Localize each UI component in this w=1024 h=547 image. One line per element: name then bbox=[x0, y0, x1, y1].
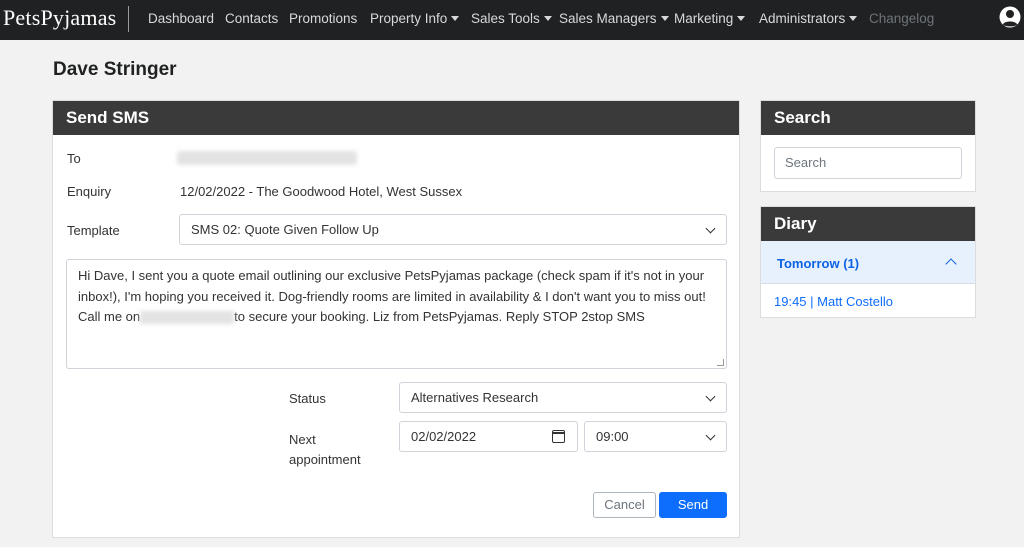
caret-down-icon bbox=[451, 15, 460, 21]
chevron-up-icon bbox=[945, 258, 957, 270]
nav-sales-managers-label: Sales Managers bbox=[559, 11, 657, 26]
send-sms-card: Send SMS To Enquiry 12/02/2022 - The Goo… bbox=[52, 100, 740, 538]
nav-property-info-label: Property Info bbox=[370, 11, 448, 26]
nav-contacts-label: Contacts bbox=[225, 11, 279, 26]
nav-promotions[interactable]: Promotions bbox=[289, 11, 357, 26]
next-appointment-label-line1: Next bbox=[289, 432, 316, 447]
caret-down-icon bbox=[849, 15, 858, 21]
phone-redacted bbox=[140, 311, 235, 325]
nav-property-info[interactable]: Property Info bbox=[370, 11, 460, 26]
resize-handle[interactable] bbox=[717, 359, 724, 366]
diary-header: Diary bbox=[761, 207, 975, 241]
brand-logo[interactable]: PetsPyjamas bbox=[3, 5, 116, 31]
nav-dashboard-label: Dashboard bbox=[148, 11, 215, 26]
date-input-value: 02/02/2022 bbox=[411, 429, 477, 444]
time-select-value: 09:00 bbox=[596, 429, 629, 444]
status-select[interactable]: Alternatives Research bbox=[399, 382, 727, 413]
message-textarea[interactable]: Hi Dave, I sent you a quote email outlin… bbox=[66, 259, 727, 369]
chevron-down-icon bbox=[705, 391, 716, 402]
user-circle-icon[interactable] bbox=[999, 5, 1021, 29]
status-select-value: Alternatives Research bbox=[411, 390, 539, 405]
next-appointment-label-line2: appointment bbox=[289, 452, 361, 467]
search-card: Search Search bbox=[760, 100, 976, 192]
nav-changelog[interactable]: Changelog bbox=[869, 11, 934, 26]
template-select[interactable]: SMS 02: Quote Given Follow Up bbox=[179, 214, 727, 245]
chevron-down-icon bbox=[705, 223, 716, 234]
nav-sales-tools-label: Sales Tools bbox=[471, 11, 540, 26]
to-label: To bbox=[67, 151, 81, 166]
calendar-icon[interactable] bbox=[552, 430, 565, 443]
nav-marketing[interactable]: Marketing bbox=[674, 11, 746, 26]
diary-entry-link[interactable]: 19:45 | Matt Costello bbox=[774, 294, 893, 309]
nav-changelog-label: Changelog bbox=[869, 11, 935, 26]
diary-accordion-tomorrow[interactable]: Tomorrow (1) bbox=[761, 241, 975, 284]
nav-administrators[interactable]: Administrators bbox=[759, 11, 858, 26]
enquiry-label: Enquiry bbox=[67, 184, 112, 199]
search-input[interactable]: Search bbox=[774, 147, 962, 179]
send-button[interactable]: Send bbox=[659, 492, 727, 518]
send-sms-header: Send SMS bbox=[53, 101, 739, 135]
nav-marketing-label: Marketing bbox=[674, 11, 734, 26]
caret-down-icon bbox=[737, 15, 746, 21]
diary-card: Diary Tomorrow (1) 19:45 | Matt Costello bbox=[760, 206, 976, 318]
top-navbar: PetsPyjamas Dashboard Contacts Promotion… bbox=[0, 0, 1024, 40]
nav-sales-tools[interactable]: Sales Tools bbox=[471, 11, 552, 26]
caret-down-icon bbox=[543, 15, 552, 21]
time-select[interactable]: 09:00 bbox=[584, 421, 727, 452]
status-label: Status bbox=[289, 391, 326, 406]
page-title: Dave Stringer bbox=[53, 59, 177, 80]
search-header: Search bbox=[761, 101, 975, 135]
brand-divider bbox=[128, 6, 129, 32]
nav-dashboard[interactable]: Dashboard bbox=[148, 11, 214, 26]
enquiry-value: 12/02/2022 - The Goodwood Hotel, West Su… bbox=[180, 184, 463, 199]
template-select-value: SMS 02: Quote Given Follow Up bbox=[191, 222, 379, 237]
nav-sales-managers[interactable]: Sales Managers bbox=[559, 11, 669, 26]
next-appointment-label: Next appointment bbox=[289, 430, 361, 470]
nav-promotions-label: Promotions bbox=[289, 11, 358, 26]
caret-down-icon bbox=[660, 15, 669, 21]
template-label: Template bbox=[67, 223, 120, 238]
message-text-end: to secure your booking. Liz from PetsPyj… bbox=[234, 309, 645, 324]
nav-administrators-label: Administrators bbox=[759, 11, 846, 26]
date-input[interactable]: 02/02/2022 bbox=[399, 421, 578, 452]
diary-group-label: Tomorrow (1) bbox=[777, 256, 860, 271]
cancel-button[interactable]: Cancel bbox=[593, 492, 656, 518]
recipient-redacted bbox=[177, 151, 357, 165]
chevron-down-icon bbox=[705, 430, 716, 441]
nav-contacts[interactable]: Contacts bbox=[225, 11, 278, 26]
